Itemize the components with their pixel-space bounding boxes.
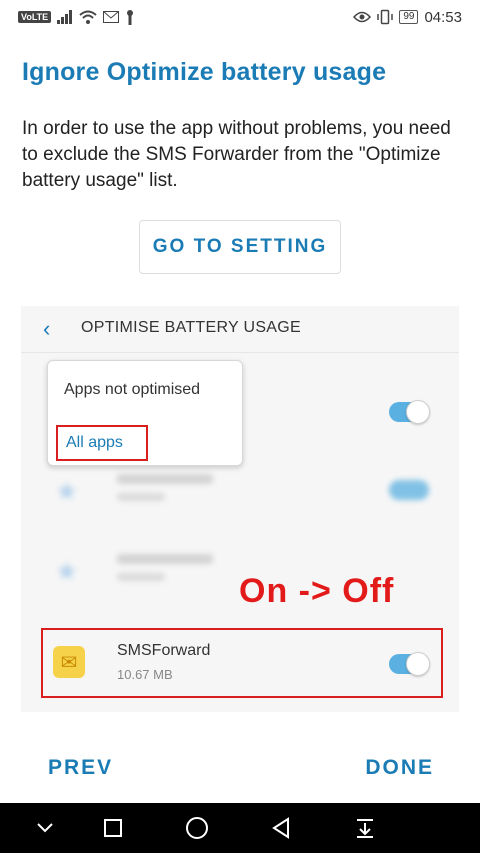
back-chevron-icon: ‹ <box>43 316 51 341</box>
status-bar: VoLTE 99 04:53 <box>0 0 480 34</box>
blurred-app-row: ★ <box>21 458 459 528</box>
vibrate-icon <box>377 9 394 25</box>
sms-forward-app-icon: ✉ <box>53 646 85 678</box>
home-circle-icon[interactable] <box>182 813 212 843</box>
highlighted-app-row: ✉ SMSForward 10.67 MB <box>41 628 443 698</box>
screenshot-header: ‹ OPTIMISE BATTERY USAGE <box>21 306 459 353</box>
notification-pull-down-icon[interactable] <box>350 813 380 843</box>
battery-indicator: 99 <box>399 10 419 24</box>
app-name: SMSForward <box>117 642 211 659</box>
page-description: In order to use the app without problems… <box>22 118 451 191</box>
status-left: VoLTE <box>18 9 135 25</box>
toggle-knob <box>406 400 430 424</box>
star-icon: ★ <box>55 476 79 506</box>
go-to-setting-button[interactable]: GO TO SETTING <box>139 220 341 274</box>
status-right: 99 04:53 <box>353 8 462 26</box>
lock-icon <box>127 10 134 25</box>
instruction-screenshot: ‹ OPTIMISE BATTERY USAGE ★ ★ Apps not op… <box>21 306 459 712</box>
blurred-toggle <box>389 480 429 500</box>
volte-badge: VoLTE <box>18 11 52 23</box>
prev-button[interactable]: PREV <box>48 756 113 780</box>
back-triangle-icon[interactable] <box>266 813 296 843</box>
chevron-down-icon[interactable] <box>30 813 60 843</box>
recents-square-icon[interactable] <box>98 813 128 843</box>
navigation-bar <box>0 803 480 853</box>
app-toggle <box>389 652 430 676</box>
blurred-app-size <box>117 493 165 501</box>
first-row-toggle <box>389 400 430 424</box>
dropdown-item-all-apps: All apps <box>56 425 148 461</box>
gmail-icon <box>103 11 120 23</box>
status-time: 04:53 <box>424 8 462 26</box>
blurred-app-size <box>117 573 165 581</box>
app-size: 10.67 MB <box>117 667 173 682</box>
done-button[interactable]: DONE <box>365 756 434 780</box>
screenshot-header-title: OPTIMISE BATTERY USAGE <box>81 319 301 336</box>
eye-icon <box>353 11 372 23</box>
wifi-icon <box>79 10 97 24</box>
annotation-text: On -> Off <box>239 572 395 610</box>
signal-icon <box>57 10 73 24</box>
star-icon: ★ <box>55 556 79 586</box>
filter-dropdown: Apps not optimised All apps <box>47 360 243 466</box>
blurred-app-name <box>117 554 213 564</box>
dropdown-item-apps-not-optimised: Apps not optimised <box>64 381 201 398</box>
blurred-app-name <box>117 474 213 484</box>
toggle-knob <box>406 652 430 676</box>
page-title: Ignore Optimize battery usage <box>22 58 387 86</box>
